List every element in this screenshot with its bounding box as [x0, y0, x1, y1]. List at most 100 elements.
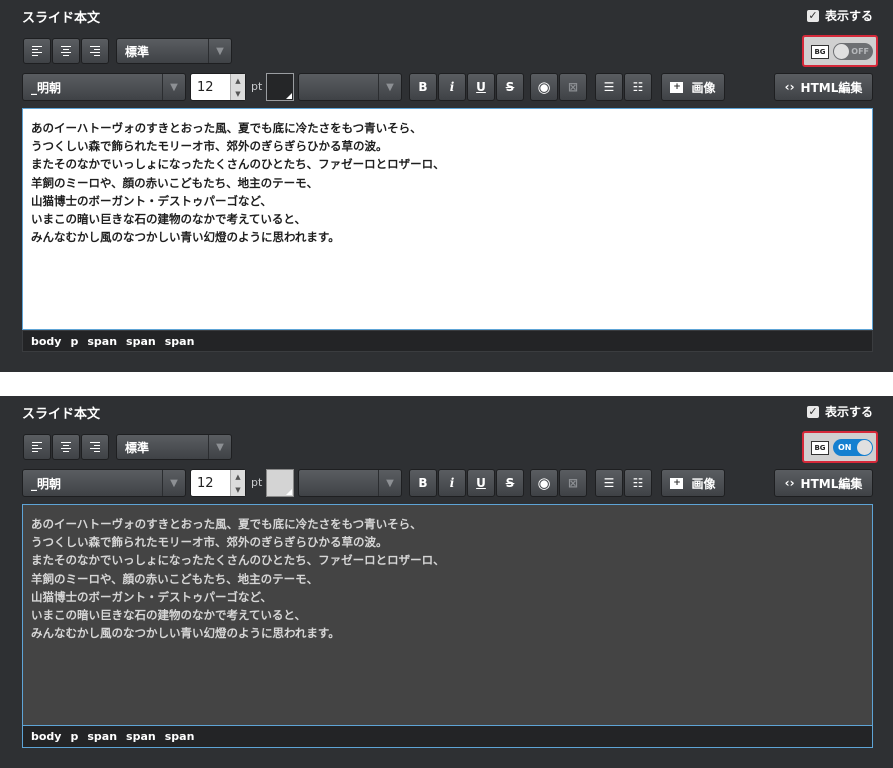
bg-switch-on[interactable]: ON [833, 439, 873, 456]
strike-button[interactable]: S [496, 73, 524, 101]
numbered-list-button[interactable]: ☷ [624, 469, 652, 497]
path-item[interactable]: span [126, 335, 156, 348]
text-editor[interactable]: あのイーハトーヴォのすきとおった風、夏でも底に冷たさをもつ青いそら、 うつくしい… [22, 504, 873, 726]
unlink-button[interactable]: ⊠ [559, 73, 587, 101]
italic-button[interactable]: i [438, 469, 466, 497]
content-line: みんなむかし風のなつかしい青い幻燈のように思われます。 [31, 626, 340, 641]
link-button[interactable]: ◉ [530, 73, 558, 101]
path-item[interactable]: span [126, 730, 156, 743]
bold-button[interactable]: B [409, 469, 437, 497]
path-item[interactable]: span [165, 730, 195, 743]
clear-icon: ⊠ [567, 80, 579, 94]
style-select-value: 標準 [125, 440, 150, 455]
show-label: 表示する [824, 405, 873, 419]
font-size-value: 12 [197, 475, 214, 491]
show-toggle[interactable]: ✓ 表示する [806, 403, 873, 420]
panel-title: スライド本文 [22, 11, 101, 26]
content-line: あのイーハトーヴォのすきとおった風、夏でも底に冷たさをもつ青いそら、 [31, 121, 422, 135]
checkbox-icon[interactable]: ✓ [806, 405, 819, 418]
font-size-value: 12 [197, 79, 214, 95]
bullet-list-button[interactable]: ☰ [595, 469, 623, 497]
format-select[interactable]: ▼ [298, 73, 402, 101]
path-item[interactable]: span [165, 335, 195, 348]
content-line: 山猫博士のボーガント・デストゥパーゴなど、 [31, 193, 272, 208]
align-left-icon [32, 442, 42, 452]
content-line: いまこの暗い巨きな石の建物のなかで考えていると、 [31, 212, 306, 227]
bg-switch-off[interactable]: OFF [833, 43, 873, 60]
content-line: うつくしい森で飾られたモリーオ市、郊外のぎらぎらひかる草の波。 [31, 535, 388, 550]
size-stepper[interactable]: ▲ ▼ [230, 470, 245, 496]
font-size-input[interactable]: 12 ▲ ▼ [190, 469, 246, 497]
numbered-list-icon: ☷ [632, 80, 644, 94]
content-line: 羊飼のミーロや、顔の赤いこどもたち、地主のテーモ、 [31, 571, 319, 586]
element-path-bar: body p span span span [22, 330, 873, 352]
bg-toggle[interactable]: BG OFF [802, 35, 878, 67]
content-line: 山猫博士のボーガント・デストゥパーゴなど、 [31, 589, 272, 604]
size-unit-label: pt [251, 476, 263, 489]
italic-label: i [449, 80, 455, 94]
path-item[interactable]: span [87, 335, 117, 348]
align-left-button[interactable] [23, 434, 51, 460]
align-left-button[interactable] [23, 38, 51, 64]
slide-body-panel-on: スライド本文 ✓ 表示する 標準 ▼ BG ON _明朝 ▼ 12 ▲ ▼ pt … [0, 396, 893, 768]
chevron-down-icon: ▼ [162, 470, 185, 496]
image-label: 画像 [691, 80, 716, 95]
html-edit-label: HTML編集 [800, 80, 863, 95]
bullet-list-icon: ☰ [603, 476, 615, 490]
bg-toggle[interactable]: BG ON [802, 431, 878, 463]
align-right-button[interactable] [81, 434, 109, 460]
show-label: 表示する [824, 9, 873, 23]
content-line: うつくしい森で飾られたモリーオ市、郊外のぎらぎらひかる草の波。 [31, 139, 388, 154]
bullet-list-icon: ☰ [603, 80, 615, 94]
underline-button[interactable]: U [467, 73, 495, 101]
bg-label: BG [811, 45, 829, 59]
show-toggle[interactable]: ✓ 表示する [806, 7, 873, 24]
bold-label: B [418, 80, 428, 94]
globe-icon: ◉ [537, 474, 551, 492]
style-select[interactable]: 標準 ▼ [116, 434, 232, 460]
content-line: またそのなかでいっしょになったたくさんのひとたち、ファゼーロとロザーロ、 [31, 553, 445, 568]
text-color-swatch[interactable] [266, 73, 294, 101]
size-stepper[interactable]: ▲ ▼ [230, 74, 245, 100]
path-item[interactable]: p [70, 730, 78, 743]
unlink-button[interactable]: ⊠ [559, 469, 587, 497]
font-size-input[interactable]: 12 ▲ ▼ [190, 73, 246, 101]
link-button[interactable]: ◉ [530, 469, 558, 497]
html-edit-button[interactable]: ‹› HTML編集 [774, 469, 873, 497]
strike-button[interactable]: S [496, 469, 524, 497]
path-item[interactable]: body [31, 730, 61, 743]
align-center-button[interactable] [52, 38, 80, 64]
bullet-list-button[interactable]: ☰ [595, 73, 623, 101]
html-edit-button[interactable]: ‹› HTML編集 [774, 73, 873, 101]
path-item[interactable]: body [31, 335, 61, 348]
numbered-list-button[interactable]: ☷ [624, 73, 652, 101]
content-line: いまこの暗い巨きな石の建物のなかで考えていると、 [31, 608, 306, 623]
align-center-icon [61, 442, 71, 452]
image-button[interactable]: + 画像 [661, 469, 725, 497]
bold-label: B [418, 476, 428, 490]
underline-button[interactable]: U [467, 469, 495, 497]
font-select[interactable]: _明朝 ▼ [22, 73, 186, 101]
style-select-value: 標準 [125, 44, 150, 59]
align-left-icon [32, 46, 42, 56]
align-right-button[interactable] [81, 38, 109, 64]
italic-label: i [449, 476, 455, 490]
text-color-swatch[interactable] [266, 469, 294, 497]
chevron-down-icon: ▼ [162, 74, 185, 100]
align-center-button[interactable] [52, 434, 80, 460]
bg-state-label: OFF [851, 47, 869, 56]
font-select[interactable]: _明朝 ▼ [22, 469, 186, 497]
italic-button[interactable]: i [438, 73, 466, 101]
bold-button[interactable]: B [409, 73, 437, 101]
path-item[interactable]: p [70, 335, 78, 348]
checkbox-icon[interactable]: ✓ [806, 9, 819, 22]
style-select[interactable]: 標準 ▼ [116, 38, 232, 64]
chevron-down-icon: ▼ [378, 470, 401, 496]
switch-knob [834, 44, 849, 59]
path-item[interactable]: span [87, 730, 117, 743]
underline-label: U [476, 476, 486, 490]
format-select[interactable]: ▼ [298, 469, 402, 497]
image-button[interactable]: + 画像 [661, 73, 725, 101]
code-icon: ‹› [784, 476, 795, 490]
text-editor[interactable]: あのイーハトーヴォのすきとおった風、夏でも底に冷たさをもつ青いそら、 うつくしい… [22, 108, 873, 330]
